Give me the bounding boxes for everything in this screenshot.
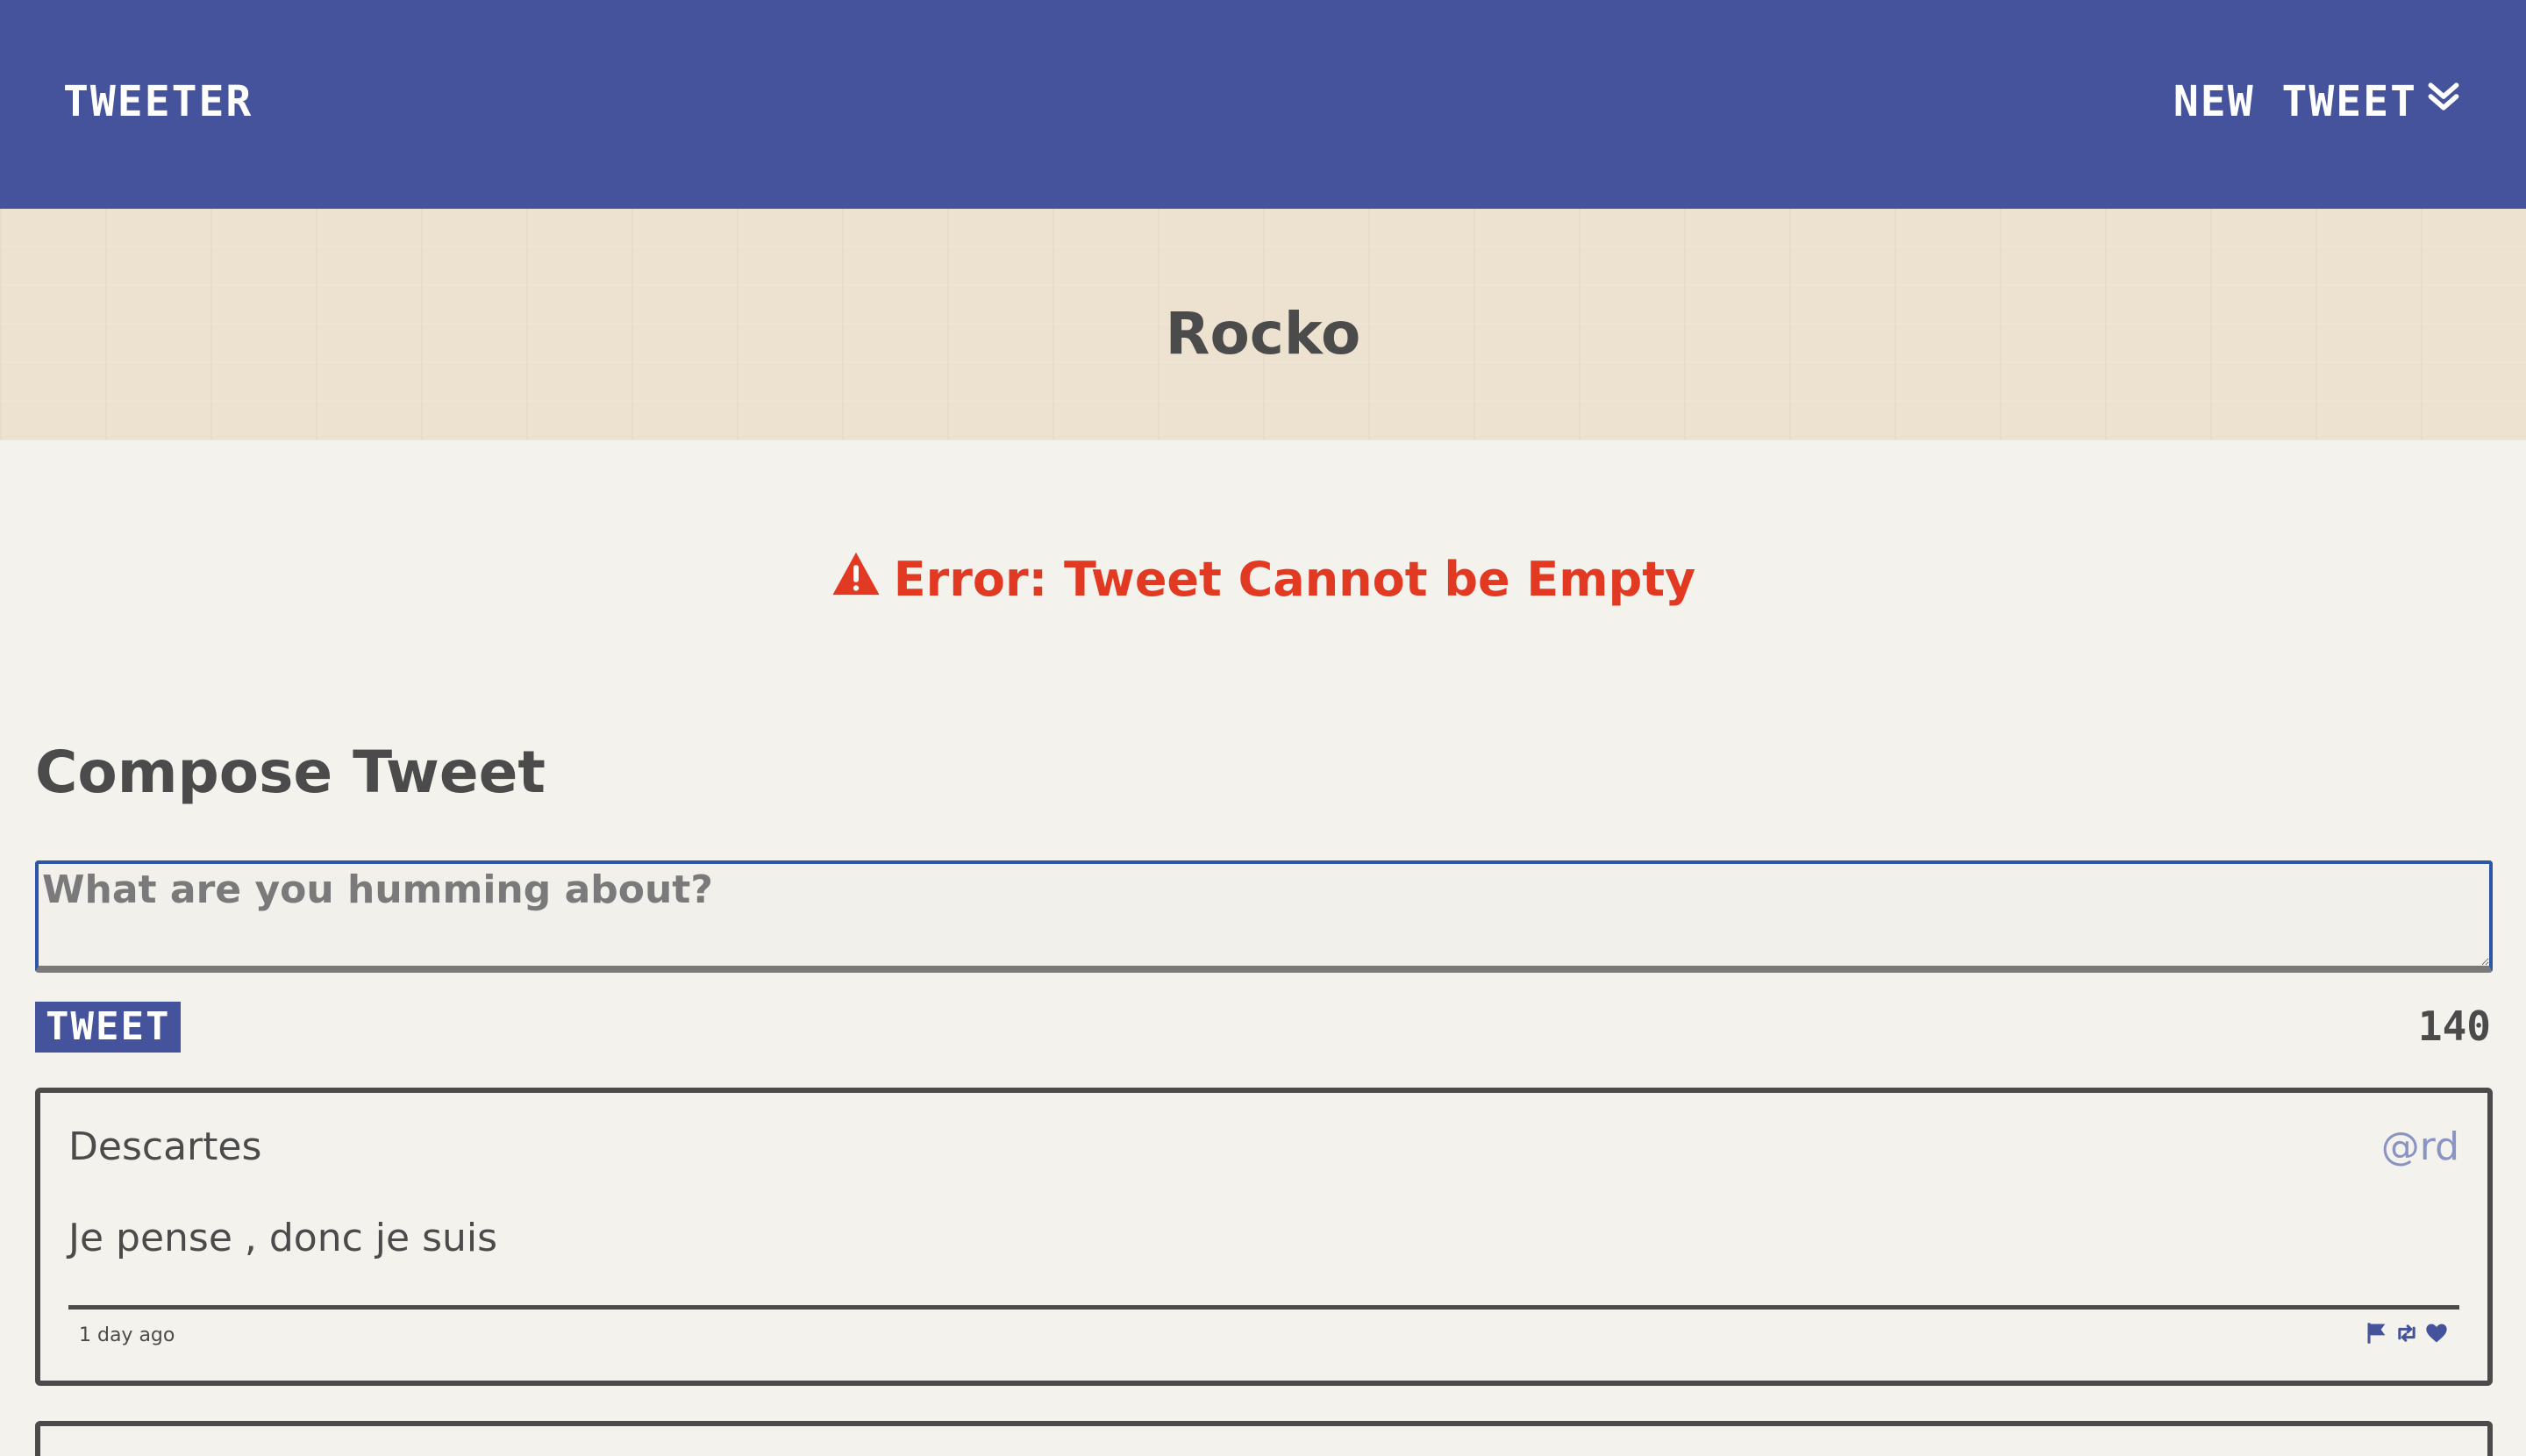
error-text: Error: Tweet Cannot be Empty [893,551,1696,607]
tweet-card [35,1421,2493,1456]
warning-triangle-icon [831,550,881,609]
char-counter: 140 [2417,1003,2491,1050]
tweet-handle: @rd [2380,1124,2459,1169]
tweet-text: Je pense , donc je suis [68,1216,498,1260]
compose-title: Compose Tweet [35,739,546,806]
tweet-timestamp: 1 day ago [79,1324,175,1346]
heart-icon[interactable] [2424,1321,2449,1345]
tweet-author: Descartes [68,1124,262,1169]
new-tweet-button[interactable]: NEW TWEET [2173,70,2463,133]
profile-banner: Rocko [0,209,2526,440]
tweet-card: Descartes @rd Je pense , donc je suis 1 … [35,1088,2493,1386]
compose-tweet-input[interactable] [35,860,2493,973]
error-message: Error: Tweet Cannot be Empty [0,544,2526,614]
tweet-actions [2365,1321,2449,1345]
retweet-icon[interactable] [2394,1321,2419,1345]
new-tweet-label: NEW TWEET [2173,77,2417,126]
top-nav: TWEETER NEW TWEET [0,0,2526,209]
flag-icon[interactable] [2365,1321,2389,1345]
profile-name: Rocko [1165,299,1361,368]
tweet-submit-button[interactable]: TWEET [35,1002,182,1053]
brand-logo[interactable]: TWEETER [63,70,253,133]
double-chevron-down-icon [2424,70,2463,133]
tweet-divider [68,1305,2459,1310]
